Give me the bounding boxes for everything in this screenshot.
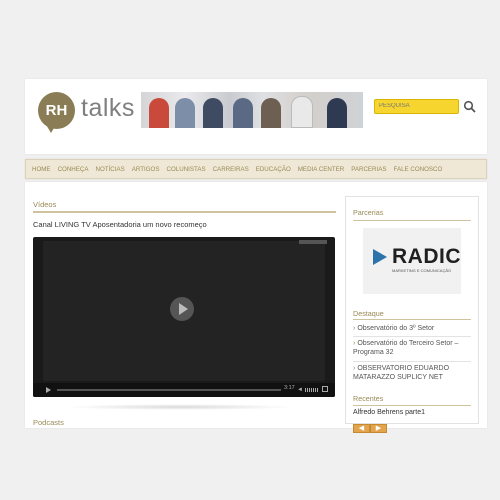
nav-item-carreiras[interactable]: CARREIRAS <box>213 166 249 173</box>
nav-item-conheca[interactable]: CONHEÇA <box>58 166 89 173</box>
play-button[interactable] <box>170 297 194 321</box>
volume-slider[interactable] <box>305 388 319 392</box>
list-divider <box>353 336 471 337</box>
player-controls: 3:17 ◄ <box>33 383 335 397</box>
video-player[interactable]: 3:17 ◄ <box>33 237 335 397</box>
banner-person <box>175 98 195 128</box>
nav-item-noticias[interactable]: NOTÍCIAS <box>96 166 125 173</box>
fullscreen-icon[interactable] <box>322 386 328 392</box>
volume-icon[interactable]: ◄ <box>297 387 303 393</box>
banner-person <box>291 96 313 128</box>
list-divider <box>353 361 471 362</box>
nav-item-educacao[interactable]: EDUCAÇÃO <box>256 166 291 173</box>
video-title[interactable]: Canal LIVING TV Aposentadoria um novo re… <box>33 220 207 229</box>
main-nav: HOME CONHEÇA NOTÍCIAS ARTIGOS COLUNISTAS… <box>25 159 487 179</box>
partner-logo-radic[interactable]: RADIC MARKETING E COMUNICAÇÃO <box>363 228 461 294</box>
partner-logo-word: RADIC <box>392 245 461 268</box>
highlight-item[interactable]: › Observatório do Terceiro Setor – Progra… <box>353 339 473 357</box>
nav-item-fale-conosco[interactable]: FALE CONOSCO <box>394 166 443 173</box>
podcasts-section-title: Podcasts <box>33 418 64 427</box>
nav-item-media-center[interactable]: MEDIA CENTER <box>298 166 344 173</box>
search-icon[interactable] <box>463 100 477 114</box>
radic-logo-icon <box>373 249 387 265</box>
highlight-item[interactable]: › OBSERVATORIO EDUARDO MATARAZZO SUPLICY … <box>353 364 473 382</box>
sidebar-divider <box>353 220 471 221</box>
player-shadow <box>65 404 295 410</box>
nav-item-home[interactable]: HOME <box>32 166 51 173</box>
prev-button[interactable]: ◀ <box>353 424 370 433</box>
nav-item-artigos[interactable]: ARTIGOS <box>132 166 160 173</box>
bullet-icon: › <box>353 365 356 372</box>
partner-logo-tagline: MARKETING E COMUNICAÇÃO <box>392 268 452 273</box>
video-duration: 3:17 <box>284 385 295 391</box>
recent-item[interactable]: Alfredo Behrens parte1 <box>353 409 425 416</box>
banner-person <box>203 98 223 128</box>
bullet-icon: › <box>353 325 356 332</box>
partners-title: Parcerias <box>353 208 384 217</box>
banner-person <box>233 98 253 128</box>
logo-speech-tail <box>45 123 57 133</box>
nav-item-colunistas[interactable]: COLUNISTAS <box>167 166 206 173</box>
progress-bar[interactable] <box>57 389 281 391</box>
play-small-icon[interactable] <box>46 387 51 393</box>
next-button[interactable]: ▶ <box>370 424 387 433</box>
main-content: Vídeos Canal LIVING TV Aposentadoria um … <box>25 182 487 433</box>
videos-section-title: Vídeos <box>33 200 57 209</box>
play-icon <box>179 303 188 315</box>
header-banner-photo <box>141 92 363 128</box>
bullet-icon: › <box>353 340 356 347</box>
banner-person <box>327 98 347 128</box>
sidebar: Parcerias RADIC MARKETING E COMUNICAÇÃO … <box>345 196 479 433</box>
sidebar-divider <box>353 405 471 406</box>
highlights-title: Destaque <box>353 309 384 318</box>
banner-person <box>149 98 169 128</box>
banner-person <box>261 98 281 128</box>
player-badge <box>299 240 327 244</box>
logo-word[interactable]: talks <box>81 94 135 123</box>
highlight-item[interactable]: › Observatório do 3º Setor <box>353 324 473 333</box>
recent-title: Recentes <box>353 394 384 403</box>
search-input[interactable] <box>374 99 459 114</box>
site-header: RH talks <box>25 79 487 154</box>
nav-item-parcerias[interactable]: PARCERIAS <box>351 166 386 173</box>
sidebar-divider <box>353 319 471 320</box>
section-divider <box>33 211 336 213</box>
